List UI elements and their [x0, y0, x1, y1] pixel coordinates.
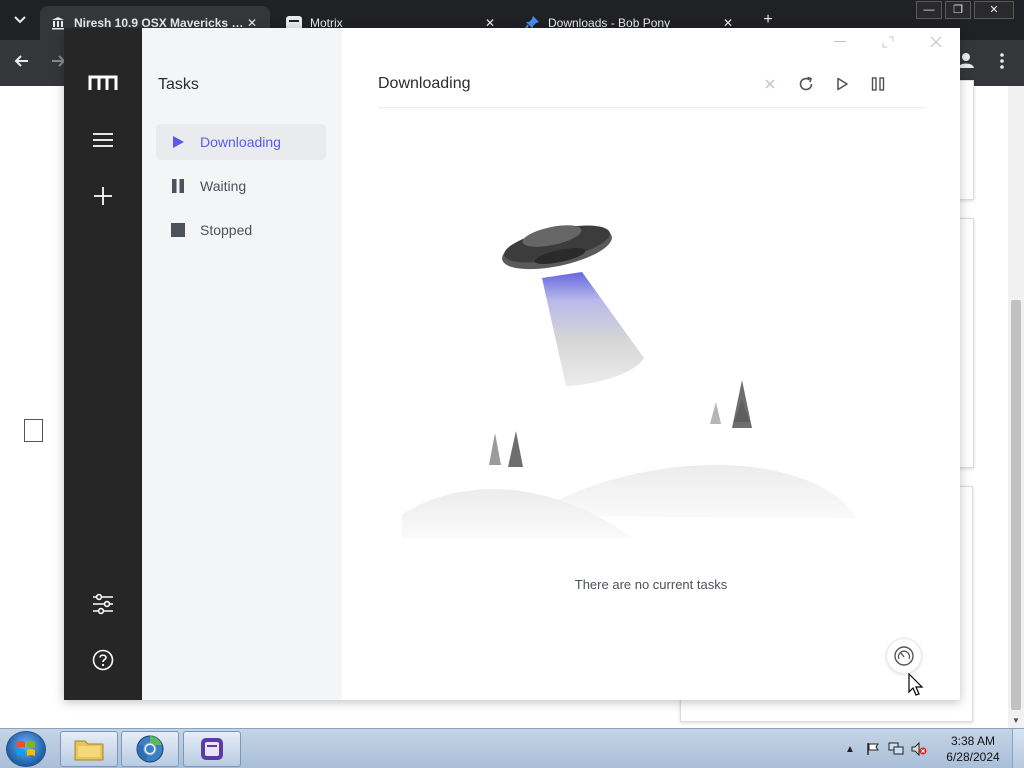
- menu-lines-icon: [93, 133, 113, 147]
- taskbar-chrome[interactable]: [121, 731, 179, 767]
- app-minimize-button[interactable]: [832, 34, 848, 50]
- tab-search-button[interactable]: [8, 8, 32, 32]
- browser-menu-button[interactable]: [990, 51, 1014, 75]
- refresh-button[interactable]: [788, 72, 824, 96]
- play-icon: [170, 134, 186, 150]
- scroll-down-icon[interactable]: ▼: [1010, 716, 1022, 726]
- motrix-logo: [86, 66, 120, 100]
- stop-icon: [170, 222, 186, 238]
- task-main-panel: Downloading There are no current tasks: [342, 28, 960, 700]
- help-button[interactable]: [86, 643, 120, 677]
- page-title: Downloading: [378, 75, 471, 92]
- scroll-thumb[interactable]: [1011, 300, 1021, 710]
- pause-icon: [170, 178, 186, 194]
- close-icon: [765, 79, 775, 89]
- subnav-item-label: Downloading: [200, 134, 281, 150]
- show-desktop-button[interactable]: [1012, 729, 1024, 768]
- delete-tasks-button[interactable]: [752, 72, 788, 96]
- play-icon: [837, 77, 848, 91]
- add-task-button[interactable]: [86, 179, 120, 213]
- motrix-window: Tasks Downloading Waiting Stopped Downlo…: [64, 28, 960, 700]
- close-button[interactable]: ✕: [974, 1, 1014, 19]
- browser-icon: [136, 735, 164, 763]
- chevron-down-icon: [14, 16, 26, 24]
- clock-time: 3:38 AM: [950, 734, 996, 748]
- taskbar-explorer[interactable]: [60, 731, 118, 767]
- resume-all-button[interactable]: [824, 72, 860, 96]
- header-divider: [378, 107, 924, 108]
- task-subnav: Tasks Downloading Waiting Stopped: [142, 28, 342, 700]
- mouse-cursor-icon: [908, 673, 924, 696]
- page-scrollbar[interactable]: ▼: [1008, 86, 1024, 728]
- minimize-icon: [834, 41, 846, 42]
- subnav-item-label: Waiting: [200, 178, 247, 194]
- windows-taskbar: ▲ 3:38 AM 6/28/2024: [0, 728, 1024, 768]
- back-button[interactable]: [10, 51, 34, 75]
- motrix-app-icon: [201, 738, 223, 760]
- task-list-button[interactable]: [86, 123, 120, 157]
- taskbar-clock[interactable]: 3:38 AM 6/28/2024: [936, 733, 1010, 765]
- arrow-left-icon: [14, 55, 28, 67]
- maximize-button[interactable]: ❐: [945, 1, 971, 19]
- minimize-button[interactable]: —: [916, 1, 942, 19]
- app-sidebar: [64, 28, 142, 700]
- motrix-logo-icon: [88, 75, 118, 90]
- subnav-item-downloading[interactable]: Downloading: [156, 124, 326, 160]
- subnav-item-label: Stopped: [200, 222, 253, 238]
- subnav-item-stopped[interactable]: Stopped: [156, 212, 326, 248]
- subnav-title: Tasks: [158, 76, 199, 93]
- network-icon[interactable]: [888, 741, 904, 757]
- browser-window-controls: — ❐ ✕: [913, 1, 1014, 19]
- show-hidden-icons[interactable]: ▲: [842, 741, 858, 757]
- volume-muted-icon[interactable]: [911, 741, 927, 757]
- page-checkbox[interactable]: [24, 419, 43, 442]
- system-tray: ▲: [842, 729, 934, 768]
- pause-all-button[interactable]: [860, 72, 896, 96]
- empty-state-message: There are no current tasks: [574, 577, 728, 592]
- ufo-illustration: [402, 225, 857, 538]
- close-icon: [930, 36, 942, 48]
- kebab-menu-icon: [1000, 53, 1004, 69]
- preferences-button[interactable]: [86, 587, 120, 621]
- maximize-icon: [882, 36, 894, 48]
- new-tab-button[interactable]: +: [758, 10, 778, 30]
- help-icon: [92, 649, 114, 671]
- speedometer-button[interactable]: [886, 638, 922, 674]
- app-close-button[interactable]: [928, 34, 944, 50]
- taskbar-motrix[interactable]: [183, 731, 241, 767]
- start-button[interactable]: [6, 731, 46, 767]
- windows-logo-icon: [17, 741, 35, 756]
- app-maximize-button[interactable]: [880, 34, 896, 50]
- speedometer-icon: [894, 646, 914, 666]
- task-actions: [752, 72, 896, 96]
- action-center-flag-icon[interactable]: [865, 741, 881, 757]
- clock-date: 6/28/2024: [946, 750, 1000, 764]
- pause-icon: [871, 77, 885, 91]
- refresh-icon: [799, 76, 813, 91]
- folder-icon: [74, 740, 104, 761]
- subnav-item-waiting[interactable]: Waiting: [156, 168, 326, 204]
- sliders-icon: [93, 593, 113, 615]
- plus-icon: [94, 187, 112, 205]
